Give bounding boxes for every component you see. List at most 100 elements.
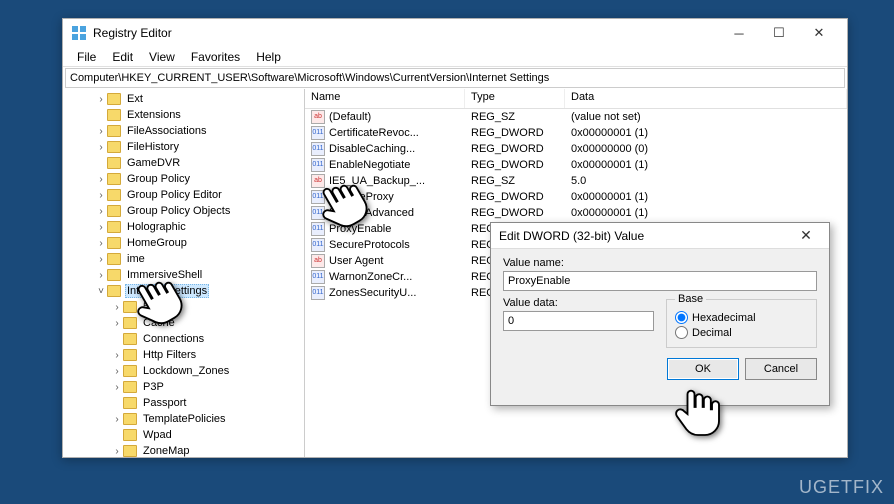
value-type: REG_DWORD (465, 207, 565, 219)
tree-item-label: HomeGroup (125, 237, 189, 249)
list-row[interactable]: abIE5_UA_Backup_...REG_SZ5.0 (305, 173, 847, 189)
expand-icon[interactable]: › (95, 126, 107, 137)
tree-item[interactable]: ›ime (63, 251, 304, 267)
address-input[interactable] (65, 68, 845, 88)
expand-icon[interactable]: › (95, 206, 107, 217)
value-name: (Default) (329, 111, 371, 123)
titlebar[interactable]: Registry Editor ─ ☐ ✕ (63, 19, 847, 47)
list-row[interactable]: 011MigrateProxyREG_DWORD0x00000001 (1) (305, 189, 847, 205)
expand-icon[interactable]: › (95, 174, 107, 185)
tree-item[interactable]: ›FileHistory (63, 139, 304, 155)
expand-icon[interactable]: › (111, 446, 123, 457)
tree-item[interactable]: › Holographic (63, 219, 304, 235)
radio-hexadecimal[interactable]: Hexadecimal (675, 311, 808, 324)
tree-item-label: P3P (141, 381, 166, 393)
menu-favorites[interactable]: Favorites (183, 48, 248, 66)
dec-radio[interactable] (675, 326, 688, 339)
tree-item[interactable]: › HomeGroup (63, 235, 304, 251)
dword-value-icon: 011 (311, 126, 325, 140)
radio-decimal[interactable]: Decimal (675, 326, 808, 339)
tree-item[interactable]: ·Passport (63, 395, 304, 411)
expand-icon[interactable]: › (95, 270, 107, 281)
close-button[interactable]: ✕ (799, 19, 839, 47)
tree-item-label: 5.0 (141, 301, 160, 313)
expand-icon[interactable]: › (95, 254, 107, 265)
tree-item[interactable]: ·Connections (63, 331, 304, 347)
value-name: CertificateRevoc... (329, 127, 419, 139)
tree-item[interactable]: ·GameDVR (63, 155, 304, 171)
dialog-close-button[interactable]: ✕ (791, 227, 821, 244)
list-row[interactable]: 011PrivacyAdvancedREG_DWORD0x00000001 (1… (305, 205, 847, 221)
dword-value-icon: 011 (311, 158, 325, 172)
menu-file[interactable]: File (69, 48, 104, 66)
tree-item[interactable]: ›TemplatePolicies (63, 411, 304, 427)
minimize-button[interactable]: ─ (719, 19, 759, 47)
expand-icon[interactable]: › (95, 190, 107, 201)
menu-view[interactable]: View (141, 48, 183, 66)
maximize-button[interactable]: ☐ (759, 19, 799, 47)
list-row[interactable]: 011EnableNegotiateREG_DWORD0x00000001 (1… (305, 157, 847, 173)
tree-item[interactable]: ›ZoneMap (63, 443, 304, 457)
tree-item[interactable]: › ImmersiveShell (63, 267, 304, 283)
watermark: UGETFIX (799, 477, 884, 498)
list-row[interactable]: 011CertificateRevoc...REG_DWORD0x0000000… (305, 125, 847, 141)
tree-item-label: Group Policy Editor (125, 189, 224, 201)
folder-icon (107, 125, 121, 137)
dialog-titlebar[interactable]: Edit DWORD (32-bit) Value ✕ (491, 223, 829, 249)
menu-help[interactable]: Help (248, 48, 289, 66)
folder-icon (123, 333, 137, 345)
header-data[interactable]: Data (565, 89, 847, 108)
value-data: 0x00000001 (1) (565, 207, 847, 219)
tree-item[interactable]: ›Ext (63, 91, 304, 107)
tree-item[interactable]: › 5.0 (63, 299, 304, 315)
header-type[interactable]: Type (465, 89, 565, 108)
cancel-button[interactable]: Cancel (745, 358, 817, 380)
expand-icon[interactable]: › (95, 94, 107, 105)
list-row[interactable]: 011DisableCaching...REG_DWORD0x00000000 … (305, 141, 847, 157)
value-data-input[interactable] (503, 311, 654, 331)
tree-item[interactable]: ›Group Policy Objects (63, 203, 304, 219)
expand-icon[interactable]: › (95, 142, 107, 153)
value-type: REG_DWORD (465, 191, 565, 203)
menu-edit[interactable]: Edit (104, 48, 141, 66)
expand-icon[interactable]: › (95, 238, 107, 249)
tree-item[interactable]: ˅Internet Settings (63, 283, 304, 299)
list-row[interactable]: ab(Default)REG_SZ(value not set) (305, 109, 847, 125)
tree-pane[interactable]: ›Ext·Extensions›FileAssociations›FileHis… (63, 89, 305, 457)
expand-icon[interactable]: › (111, 302, 123, 313)
tree-item-label: ImmersiveShell (125, 269, 204, 281)
header-name[interactable]: Name (305, 89, 465, 108)
tree-item[interactable]: ›Http Filters (63, 347, 304, 363)
tree-item[interactable]: ›FileAssociations (63, 123, 304, 139)
expand-icon[interactable]: ˅ (95, 286, 107, 297)
folder-icon (123, 397, 137, 409)
tree-item-label: Holographic (125, 221, 188, 233)
edit-dword-dialog: Edit DWORD (32-bit) Value ✕ Value name: … (490, 222, 830, 406)
expand-icon[interactable]: › (111, 366, 123, 377)
value-name: MigrateProxy (329, 191, 394, 203)
tree-item[interactable]: › P3P (63, 379, 304, 395)
tree-item[interactable]: ›Cache (63, 315, 304, 331)
tree-item[interactable]: ·Wpad (63, 427, 304, 443)
tree-item[interactable]: ·Extensions (63, 107, 304, 123)
expand-icon[interactable]: › (111, 350, 123, 361)
expand-icon[interactable]: › (95, 222, 107, 233)
dword-value-icon: 011 (311, 206, 325, 220)
expand-icon[interactable]: › (111, 414, 123, 425)
dword-value-icon: 011 (311, 142, 325, 156)
folder-icon (123, 413, 137, 425)
expand-icon[interactable]: › (111, 318, 123, 329)
hex-radio[interactable] (675, 311, 688, 324)
list-header: Name Type Data (305, 89, 847, 109)
tree-item[interactable]: › Group Policy Editor (63, 187, 304, 203)
tree-item[interactable]: ›Lockdown_Zones (63, 363, 304, 379)
dword-value-icon: 011 (311, 190, 325, 204)
dword-value-icon: 011 (311, 222, 325, 236)
value-data: 0x00000001 (1) (565, 127, 847, 139)
tree-item[interactable]: ›Group Policy (63, 171, 304, 187)
value-name: ProxyEnable (329, 223, 391, 235)
expand-icon[interactable]: › (111, 382, 123, 393)
value-name-input[interactable] (503, 271, 817, 291)
folder-icon (123, 365, 137, 377)
ok-button[interactable]: OK (667, 358, 739, 380)
